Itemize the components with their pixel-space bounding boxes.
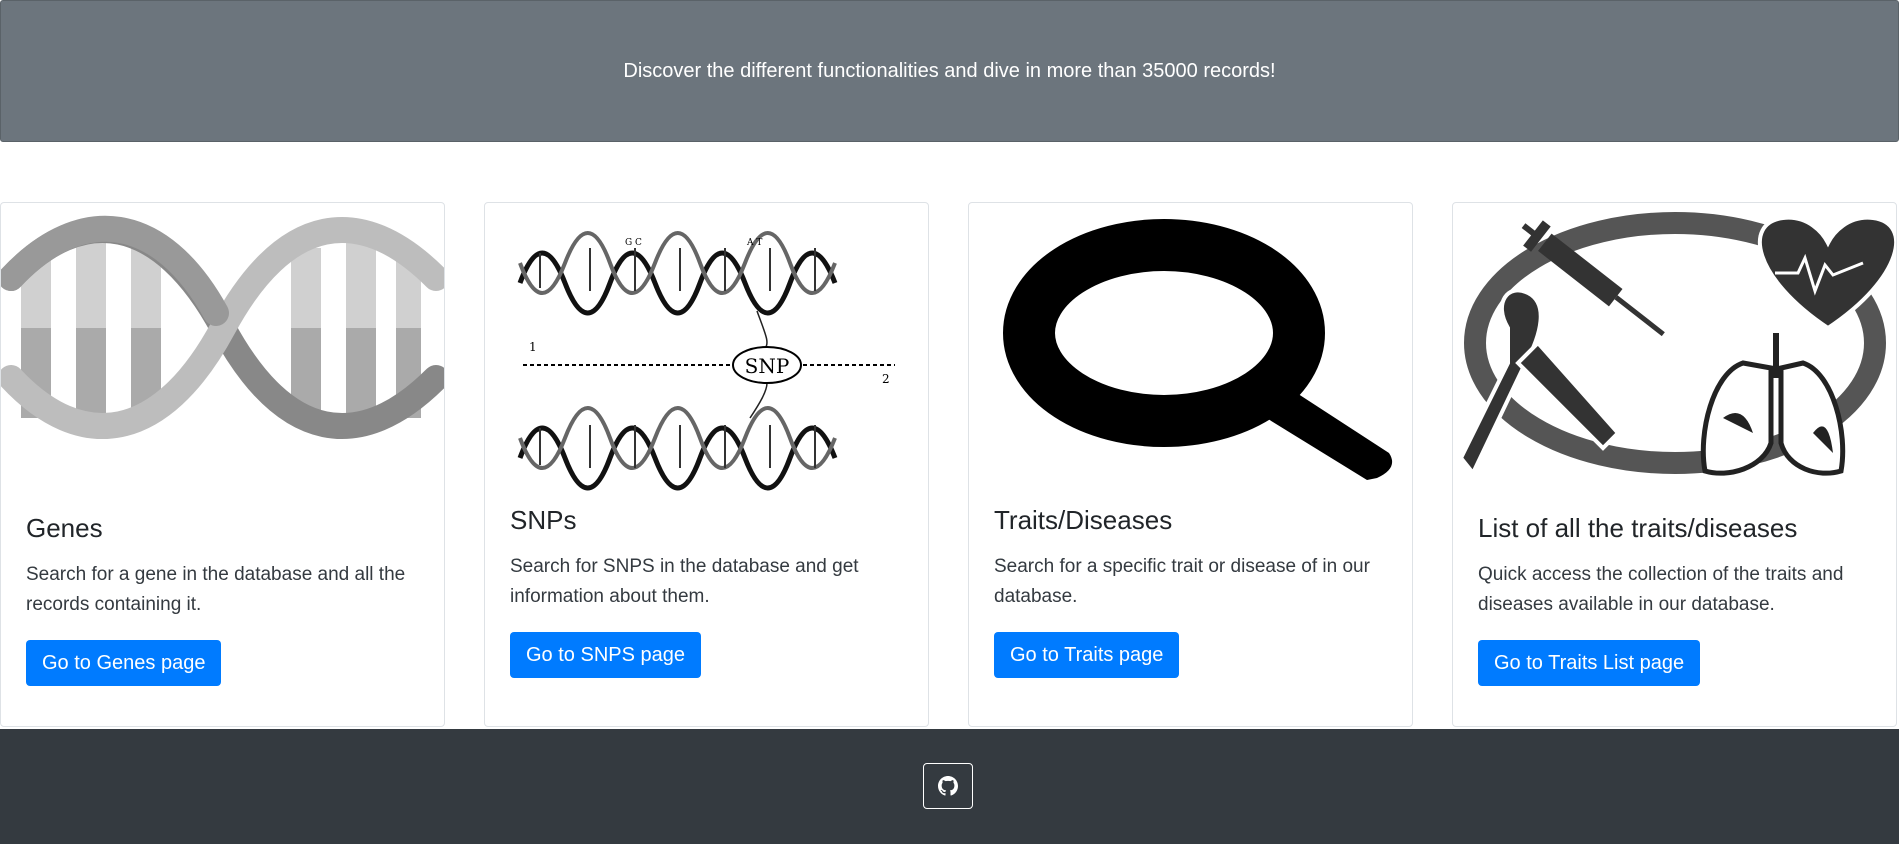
card-text-traits-list: Quick access the collection of the trait… — [1478, 564, 1844, 615]
card-title-snps: SNPs — [510, 505, 577, 535]
card-text-genes: Search for a gene in the database and al… — [26, 564, 406, 615]
card-genes: Genes Search for a gene in the database … — [0, 202, 445, 727]
base-label-gc: G C — [625, 238, 642, 248]
magnifying-glass-icon — [969, 203, 1412, 498]
card-text-snps: Search for SNPS in the database and get … — [510, 556, 859, 607]
github-link-button[interactable] — [923, 763, 973, 809]
strand-label-2: 2 — [882, 372, 890, 386]
go-to-traits-list-button[interactable]: Go to Traits List page — [1478, 640, 1701, 686]
hero-banner: Discover the different functionalities a… — [0, 0, 1899, 142]
snp-label: SNP — [745, 354, 790, 378]
go-to-genes-button[interactable]: Go to Genes page — [26, 640, 222, 686]
card-traits: Traits/Diseases Search for a specific tr… — [968, 202, 1413, 727]
card-title-traits: Traits/Diseases — [994, 505, 1173, 535]
card-title-genes: Genes — [26, 513, 103, 543]
card-text-traits: Search for a specific trait or disease o… — [994, 556, 1370, 607]
go-to-snps-button[interactable]: Go to SNPS page — [510, 632, 701, 678]
dna-helix-icon — [1, 203, 444, 448]
github-icon — [938, 776, 958, 796]
snp-dna-illustration: SNP 1 2 G C A T — [485, 203, 928, 498]
go-to-traits-button[interactable]: Go to Traits page — [994, 632, 1180, 678]
base-label-at: A T — [746, 238, 762, 248]
banner-text: Discover the different functionalities a… — [623, 59, 1276, 82]
health-collage-icon — [1453, 203, 1896, 498]
card-title-traits-list: List of all the traits/diseases — [1478, 513, 1798, 543]
footer — [0, 729, 1899, 844]
card-traits-list: List of all the traits/diseases Quick ac… — [1452, 202, 1897, 727]
strand-label-1: 1 — [529, 340, 537, 354]
card-snps: SNP 1 2 G C A T SNPs Search for SNPS in … — [484, 202, 929, 727]
